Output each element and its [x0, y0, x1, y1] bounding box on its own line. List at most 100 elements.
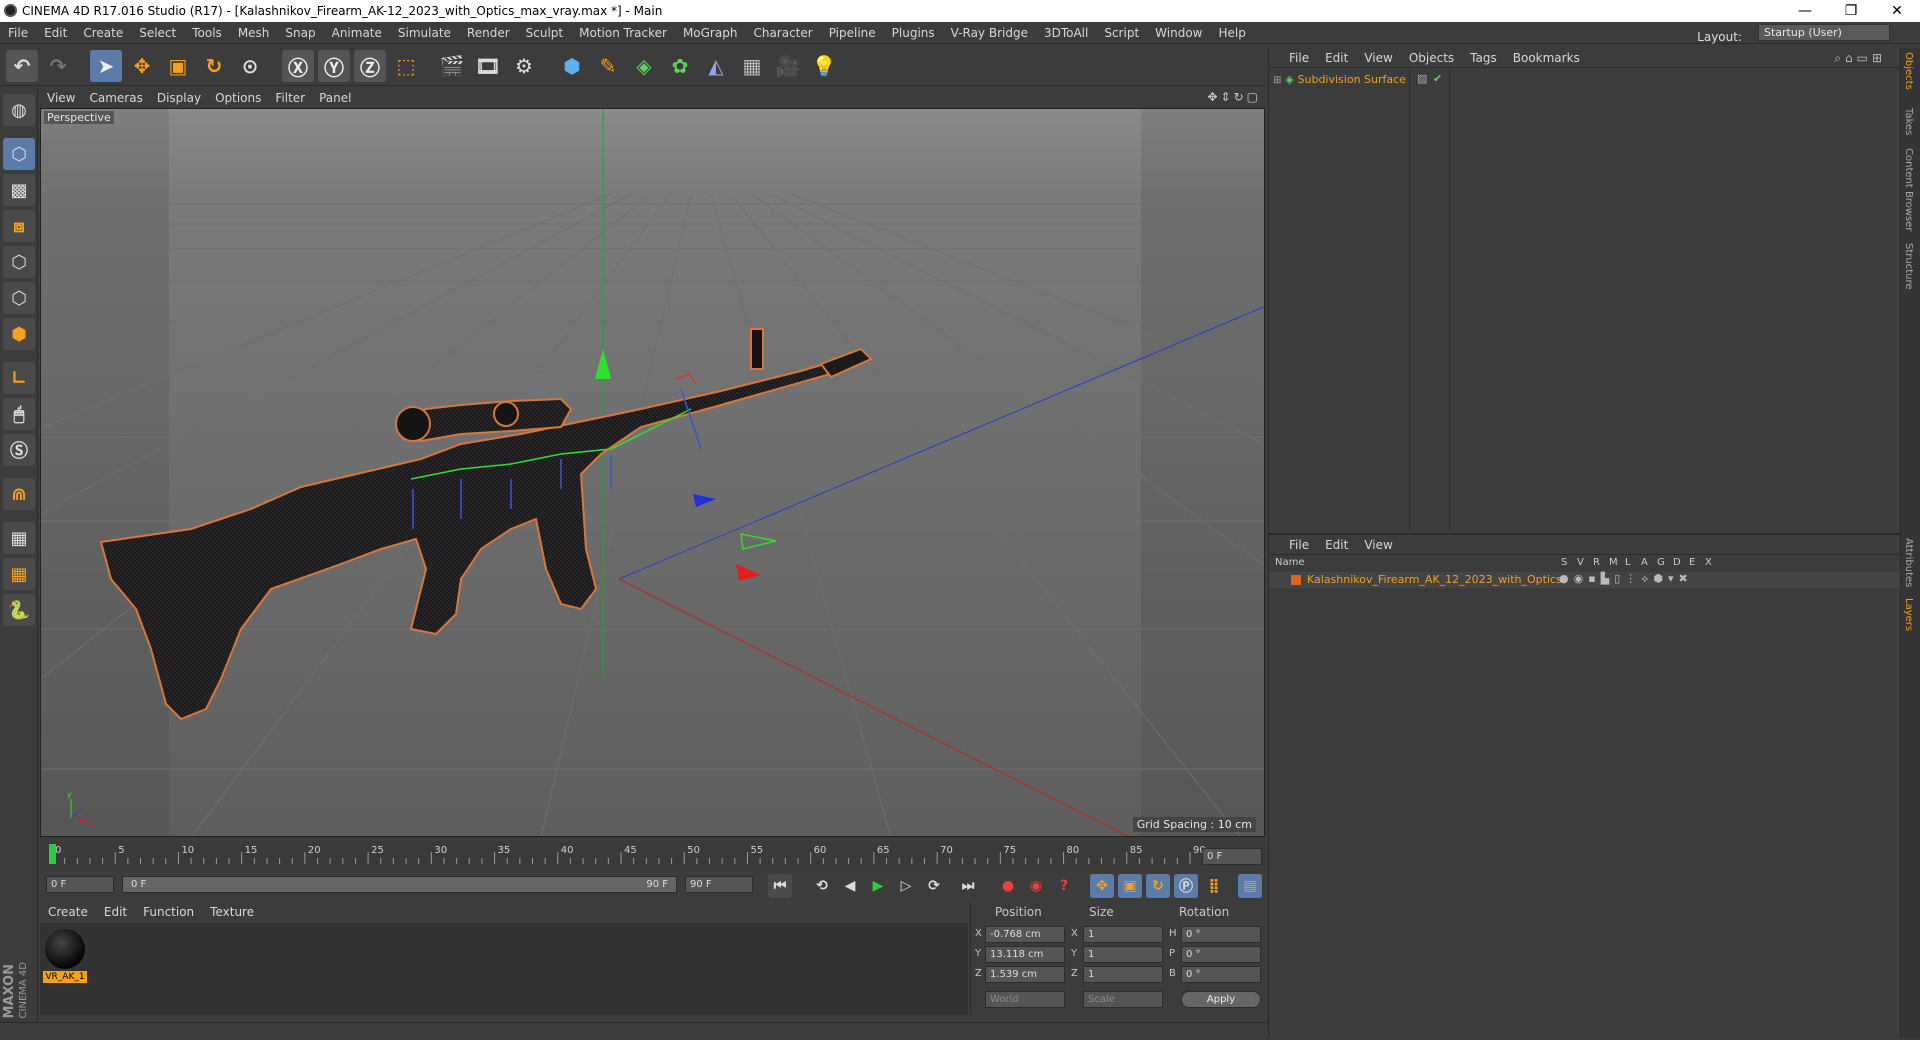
coordinate-system-icon[interactable]: ⬚ [390, 50, 422, 82]
material-menu-texture[interactable]: Texture [202, 902, 262, 922]
tab-layers[interactable]: Layers [1903, 598, 1914, 631]
tab-structure[interactable]: Structure [1903, 243, 1914, 290]
menu-script[interactable]: Script [1096, 22, 1147, 44]
y-axis-icon[interactable]: Ⓨ [318, 50, 350, 82]
rotation-h-field[interactable]: 0 ° [1181, 926, 1261, 943]
layer-flags-icons[interactable]: ●◉▪▙▯⋮⟡⬢▾✖ [1559, 572, 1693, 586]
redo-icon[interactable]: ↷ [42, 50, 74, 82]
record-pla-icon[interactable]: ⣿ [1202, 874, 1226, 898]
menu-help[interactable]: Help [1210, 22, 1253, 44]
light-icon[interactable]: 💡 [808, 50, 840, 82]
record-active-icon[interactable]: ● [996, 874, 1020, 898]
menu-plugins[interactable]: Plugins [884, 22, 943, 44]
size-mode-dropdown[interactable]: Scale [1083, 991, 1163, 1008]
record-scale-icon[interactable]: ▣ [1118, 874, 1142, 898]
material-menu-create[interactable]: Create [40, 902, 96, 922]
viewport-menu-filter[interactable]: Filter [268, 88, 312, 108]
obj-menu-bookmarks[interactable]: Bookmarks [1505, 48, 1588, 68]
scale-icon[interactable]: ▣ [162, 50, 194, 82]
z-axis-icon[interactable]: Ⓩ [354, 50, 386, 82]
material-swatch[interactable]: VR_AK_1 [43, 927, 87, 985]
menu-tools[interactable]: Tools [184, 22, 230, 44]
position-z-field[interactable]: 1.539 cm [985, 966, 1065, 983]
apply-button[interactable]: Apply [1181, 991, 1261, 1008]
expand-icon[interactable]: ⊞ [1273, 75, 1281, 86]
camera-icon[interactable]: 🎥 [772, 50, 804, 82]
autokey-icon[interactable]: ◉ [1024, 874, 1048, 898]
menu-window[interactable]: Window [1147, 22, 1210, 44]
menu-select[interactable]: Select [131, 22, 184, 44]
viewport-menu-display[interactable]: Display [150, 88, 208, 108]
layer-menu-file[interactable]: File [1281, 535, 1317, 555]
rotation-b-field[interactable]: 0 ° [1181, 966, 1261, 983]
play-icon[interactable]: ▶ [866, 874, 890, 898]
current-frame-field[interactable]: 0 F [1202, 848, 1262, 865]
floor-environment-icon[interactable]: ▦ [736, 50, 768, 82]
menu-snap[interactable]: Snap [277, 22, 323, 44]
object-manager-search-icons[interactable]: ⌕⌂▭⊞ [1826, 48, 1894, 68]
viewport-camera-label[interactable]: Perspective [44, 111, 114, 124]
tweak-mode-icon[interactable]: 🖱 [3, 398, 35, 430]
menu-mesh[interactable]: Mesh [230, 22, 278, 44]
menu-simulate[interactable]: Simulate [390, 22, 459, 44]
axis-mode-icon[interactable]: ∟ [3, 362, 35, 394]
move-icon[interactable]: ✥ [126, 50, 158, 82]
cloner-icon[interactable]: ✿ [664, 50, 696, 82]
prev-key-icon[interactable]: ⟲ [810, 874, 834, 898]
minimize-button[interactable]: — [1782, 0, 1828, 22]
position-y-field[interactable]: 13.118 cm [985, 946, 1065, 963]
timeline-window-icon[interactable]: ▤ [1238, 874, 1262, 898]
go-to-end-icon[interactable]: ⏭ [956, 874, 980, 898]
layout-dropdown[interactable]: Startup (User) [1758, 24, 1890, 41]
workplane-icon[interactable]: ▦ [3, 522, 35, 554]
viewport-menu-options[interactable]: Options [208, 88, 268, 108]
obj-menu-tags[interactable]: Tags [1462, 48, 1505, 68]
playhead[interactable] [49, 844, 56, 864]
size-x-field[interactable]: 1 [1083, 926, 1163, 943]
record-position-icon[interactable]: ✥ [1090, 874, 1114, 898]
restore-button[interactable]: ❐ [1828, 0, 1874, 22]
menu-mograph[interactable]: MoGraph [675, 22, 746, 44]
position-x-field[interactable]: -0.768 cm [985, 926, 1065, 943]
next-key-icon[interactable]: ⟳ [922, 874, 946, 898]
close-button[interactable]: ✕ [1874, 0, 1920, 22]
menu-pipeline[interactable]: Pipeline [821, 22, 884, 44]
viewport-menu-panel[interactable]: Panel [312, 88, 358, 108]
texture-mode-icon[interactable]: ▩ [3, 174, 35, 206]
x-axis-icon[interactable]: Ⓧ [282, 50, 314, 82]
live-selection-icon[interactable]: ⊙ [234, 50, 266, 82]
cube-primitive-icon[interactable]: ⬢ [556, 50, 588, 82]
menu-render[interactable]: Render [459, 22, 518, 44]
obj-menu-file[interactable]: File [1281, 48, 1317, 68]
menu-edit[interactable]: Edit [36, 22, 75, 44]
prev-frame-icon[interactable]: ◀ [838, 874, 862, 898]
select-arrow-icon[interactable]: ➤ [90, 50, 122, 82]
render-settings-icon[interactable]: ⚙ [508, 50, 540, 82]
object-row[interactable]: ⊞ ◈ Subdivision Surface ▨ ✔ [1273, 72, 1893, 88]
end-frame-field[interactable]: 90 F [685, 876, 753, 893]
undo-icon[interactable]: ↶ [6, 50, 38, 82]
deformer-icon[interactable]: ◭ [700, 50, 732, 82]
next-frame-icon[interactable]: ▷ [894, 874, 918, 898]
record-parameter-icon[interactable]: Ⓟ [1174, 874, 1198, 898]
menu-motion-tracker[interactable]: Motion Tracker [571, 22, 675, 44]
workplane-mode-icon[interactable]: ⧈ [3, 210, 35, 242]
render-picture-viewer-icon[interactable]: 🎞 [472, 50, 504, 82]
obj-menu-view[interactable]: View [1356, 48, 1400, 68]
snap-icon[interactable]: Ⓢ [3, 434, 35, 466]
keyframe-selection-icon[interactable]: ? [1052, 874, 1076, 898]
menu-3dtoall[interactable]: 3DToAll [1036, 22, 1096, 44]
points-mode-icon[interactable]: ⬡ [3, 246, 35, 278]
object-visibility-icon[interactable]: ▨ [1417, 72, 1427, 85]
render-view-icon[interactable]: 🎬 [436, 50, 468, 82]
tab-takes[interactable]: Takes [1903, 108, 1914, 135]
layer-menu-edit[interactable]: Edit [1317, 535, 1356, 555]
edges-mode-icon[interactable]: ⬡ [3, 282, 35, 314]
size-z-field[interactable]: 1 [1083, 966, 1163, 983]
preview-range-slider[interactable]: 0 F 90 F [122, 876, 677, 893]
menu-file[interactable]: File [0, 22, 36, 44]
make-editable-icon[interactable]: ◍ [3, 94, 35, 126]
record-rotation-icon[interactable]: ↻ [1146, 874, 1170, 898]
go-to-start-icon[interactable]: ⏮ [768, 874, 792, 898]
tab-content-browser[interactable]: Content Browser [1903, 148, 1914, 231]
